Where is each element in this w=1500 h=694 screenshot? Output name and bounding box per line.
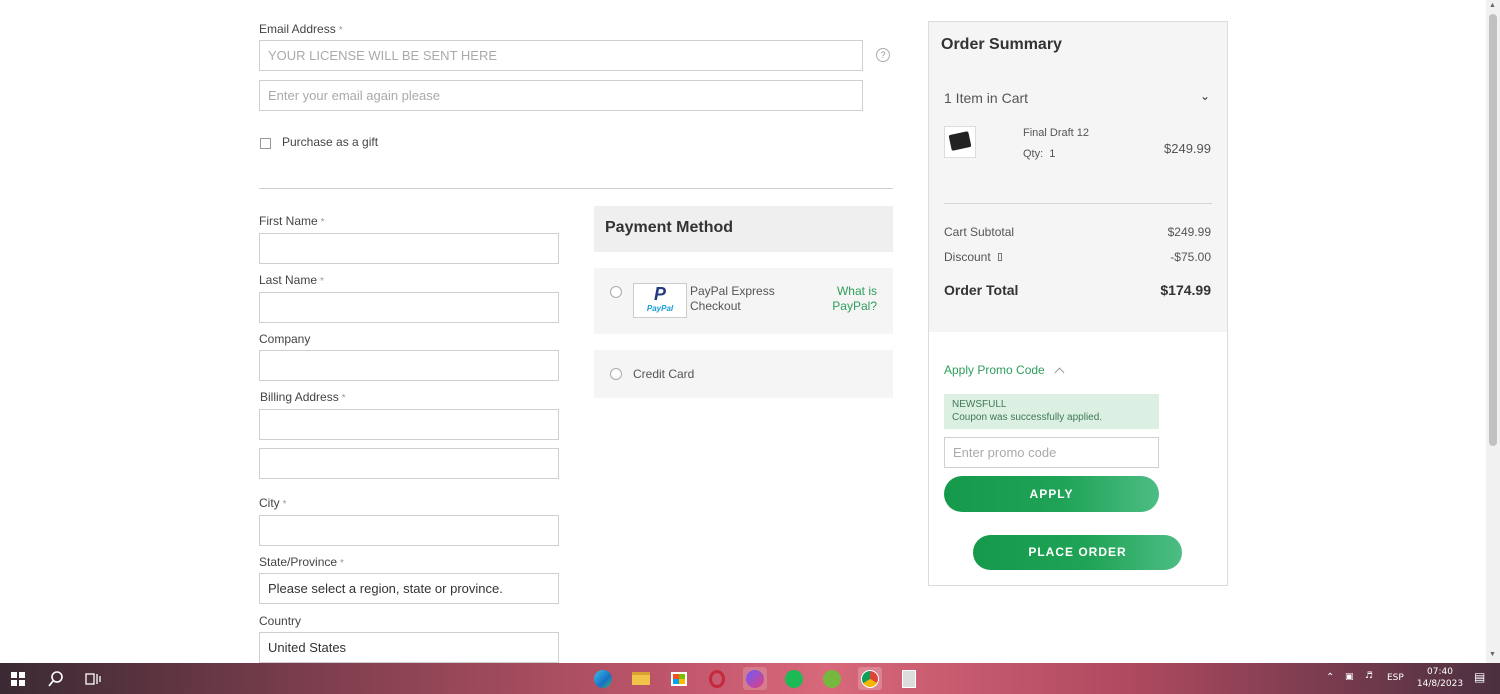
- chrome-browser-icon[interactable]: [858, 667, 882, 690]
- paypal-radio[interactable]: [610, 286, 622, 298]
- order-summary-panel: Order Summary 1 Item in Cart ⌄ Final Dra…: [928, 21, 1228, 586]
- summary-divider: [944, 203, 1212, 204]
- company-input[interactable]: [259, 350, 559, 381]
- paypal-label: PayPal Express Checkout: [690, 284, 775, 313]
- paypal-logo: P PayPal: [633, 283, 687, 318]
- product-box-icon: [948, 131, 972, 151]
- apply-promo-toggle[interactable]: Apply Promo Code: [944, 363, 1065, 378]
- email-input[interactable]: YOUR LICENSE WILL BE SENT HERE: [259, 40, 863, 71]
- country-select[interactable]: United States: [259, 632, 559, 663]
- chevron-down-icon: ⌄: [1199, 89, 1210, 103]
- order-total-value: $174.99: [1160, 282, 1211, 298]
- payment-method-header: Payment Method: [594, 206, 893, 252]
- windows-start-icon[interactable]: [6, 667, 30, 690]
- section-divider: [259, 188, 893, 189]
- credit-card-label: Credit Card: [633, 367, 695, 381]
- language-indicator[interactable]: ESP: [1387, 673, 1404, 683]
- discount-value: -$75.00: [1170, 250, 1211, 264]
- order-summary-title: Order Summary: [941, 36, 1062, 53]
- discount-label: Discount: [944, 250, 1003, 264]
- network-icon[interactable]: ▣: [1345, 672, 1354, 682]
- product-thumbnail: [944, 126, 976, 158]
- billing-address-label: Billing Address *: [260, 390, 346, 404]
- email-label: Email Address *: [259, 22, 343, 36]
- email-confirm-input[interactable]: Enter your email again please: [259, 80, 863, 111]
- utorrent-icon[interactable]: [820, 667, 844, 690]
- notifications-icon[interactable]: ▤: [1474, 670, 1485, 684]
- volume-icon[interactable]: ♬: [1365, 671, 1373, 681]
- chevron-up-icon: [1054, 367, 1065, 378]
- last-name-label: Last Name *: [259, 273, 324, 287]
- clock[interactable]: 07:40 14/8/2023: [1414, 666, 1466, 690]
- search-icon[interactable]: [44, 667, 68, 690]
- opera-browser-icon[interactable]: [705, 667, 729, 690]
- paypal-p-icon: P: [653, 284, 666, 304]
- store-icon[interactable]: [667, 667, 691, 690]
- state-label: State/Province *: [259, 555, 344, 569]
- promo-success-message: NEWSFULL Coupon was successfully applied…: [944, 394, 1159, 429]
- first-name-label: First Name *: [259, 214, 325, 228]
- edge-browser-icon[interactable]: [591, 667, 615, 690]
- city-label: City *: [259, 496, 287, 510]
- calculator-icon[interactable]: [897, 667, 921, 690]
- paypal-option[interactable]: P PayPal PayPal Express Checkout What is…: [594, 268, 893, 334]
- what-is-paypal-link[interactable]: What is PayPal?: [832, 284, 877, 314]
- apply-button[interactable]: APPLY: [944, 476, 1159, 512]
- page-scrollbar[interactable]: ▲ ▼: [1486, 0, 1500, 663]
- credit-card-option[interactable]: Credit Card: [594, 350, 893, 398]
- billing-address-line1-input[interactable]: [259, 409, 559, 440]
- question-circle-icon[interactable]: ?: [876, 48, 890, 62]
- file-explorer-icon[interactable]: [629, 667, 653, 690]
- tray-chevron-up-icon[interactable]: ⌃: [1326, 672, 1334, 683]
- windows-taskbar: ⌃ ▣ ♬ ESP 07:40 14/8/2023 ▤: [0, 663, 1500, 694]
- spotify-icon[interactable]: [782, 667, 806, 690]
- payment-method-title: Payment Method: [605, 219, 734, 236]
- product-name: Final Draft 12: [1023, 127, 1090, 139]
- discount-info-icon: [998, 253, 1003, 261]
- last-name-input[interactable]: [259, 292, 559, 323]
- promo-code-input[interactable]: Enter promo code: [944, 437, 1159, 468]
- company-label: Company: [259, 332, 311, 346]
- place-order-button[interactable]: PLACE ORDER: [973, 535, 1182, 570]
- state-select[interactable]: Please select a region, state or provinc…: [259, 573, 559, 604]
- messenger-icon[interactable]: [743, 667, 767, 690]
- gift-checkbox[interactable]: [260, 138, 271, 149]
- billing-address-line2-input[interactable]: [259, 448, 559, 479]
- cart-items-toggle[interactable]: 1 Item in Cart ⌄: [944, 89, 1212, 110]
- product-price: $249.99: [1164, 141, 1211, 156]
- credit-card-radio[interactable]: [610, 368, 622, 380]
- task-view-icon[interactable]: [81, 667, 105, 690]
- subtotal-value: $249.99: [1167, 225, 1211, 239]
- gift-label: Purchase as a gift: [282, 135, 379, 149]
- first-name-input[interactable]: [259, 233, 559, 264]
- scrollbar-thumb[interactable]: [1489, 14, 1497, 446]
- city-input[interactable]: [259, 515, 559, 546]
- scroll-down-arrow-icon[interactable]: ▼: [1489, 651, 1496, 658]
- order-total-label: Order Total: [944, 282, 1019, 298]
- subtotal-label: Cart Subtotal: [944, 225, 1015, 239]
- country-label: Country: [259, 614, 302, 628]
- product-qty: Qty: 1: [1023, 148, 1056, 160]
- scroll-up-arrow-icon[interactable]: ▲: [1489, 2, 1496, 9]
